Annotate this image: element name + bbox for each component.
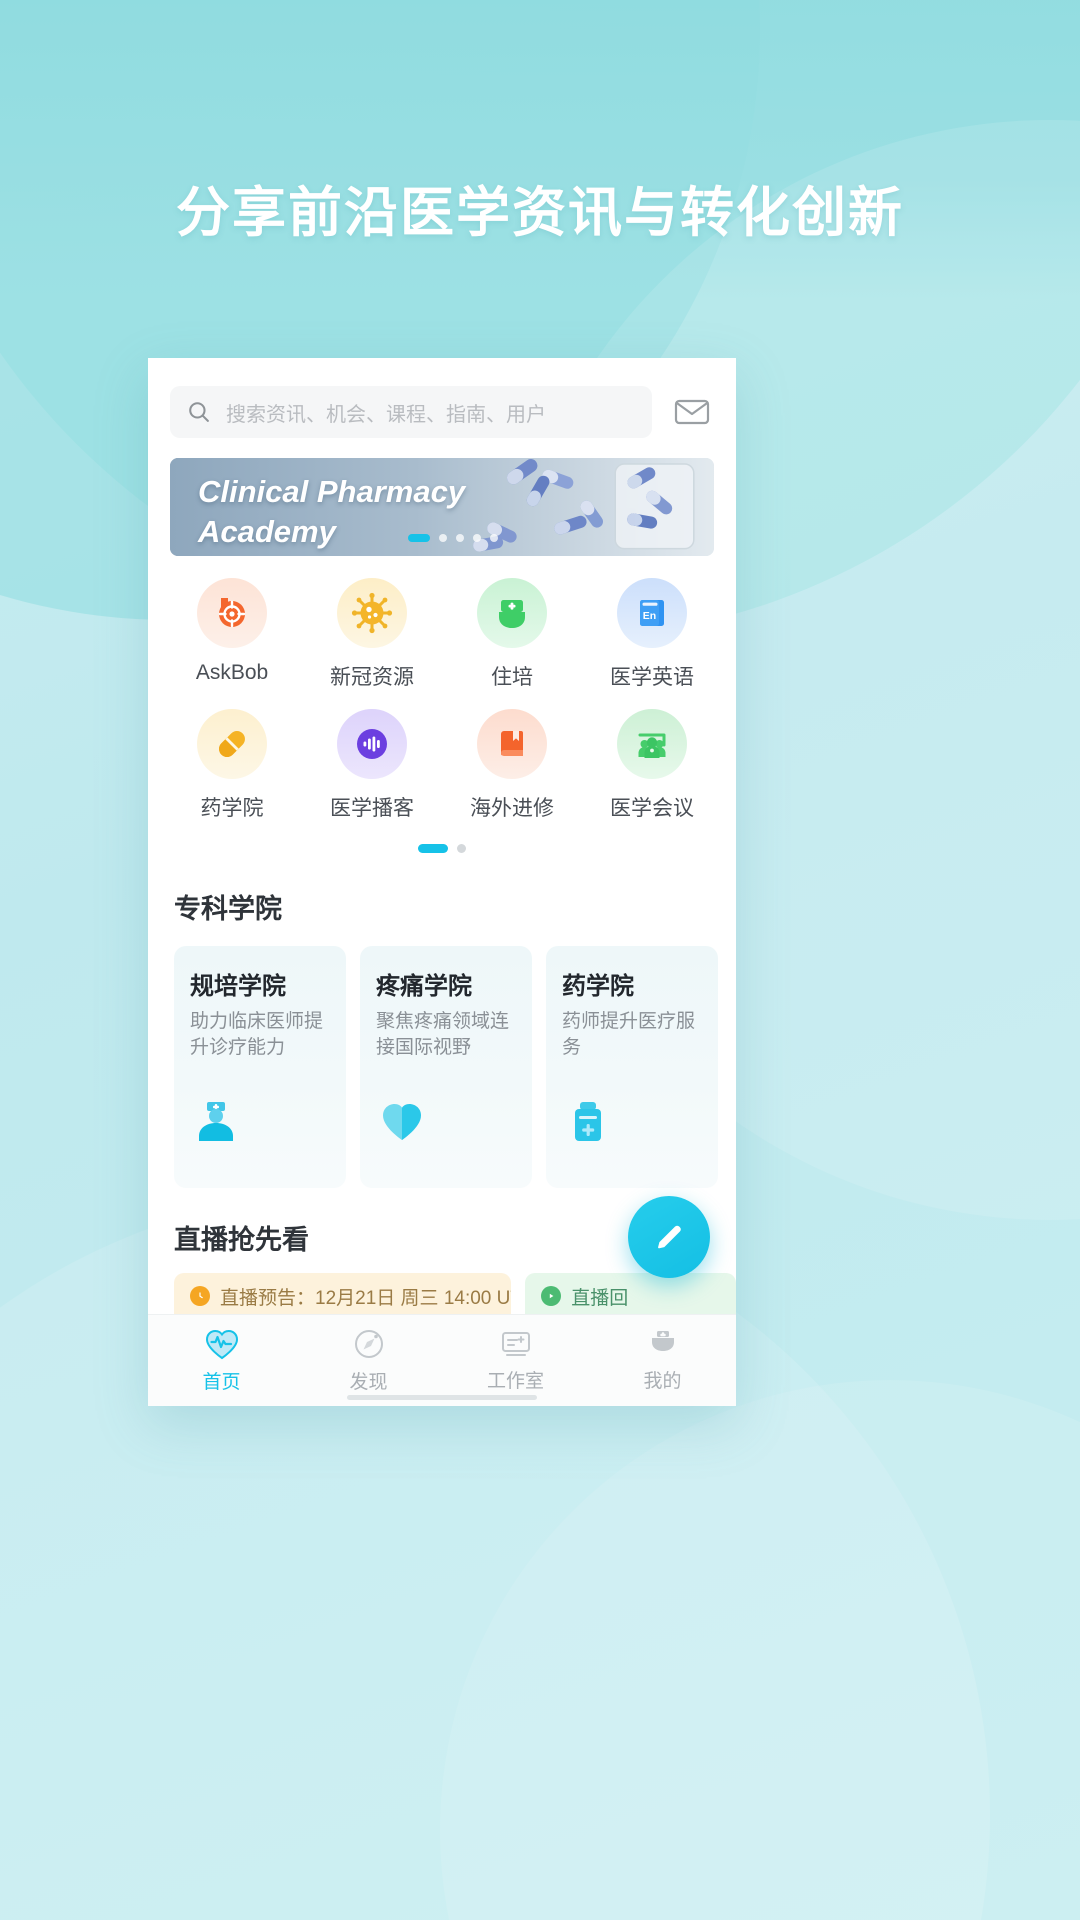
banner-pagination-dots[interactable] — [408, 534, 498, 542]
medicine-bottle-icon — [564, 1097, 612, 1150]
grid-item-residency[interactable]: 住培 — [442, 578, 582, 691]
clock-icon-glyph — [195, 1291, 205, 1301]
play-icon — [541, 1286, 562, 1306]
hero-banner[interactable]: Clinical Pharmacy Academy — [170, 458, 714, 556]
nav-item-home[interactable]: 首页 — [148, 1315, 295, 1406]
specialty-card-pharmacy[interactable]: 药学院 药师提升医疗服务 — [546, 946, 718, 1188]
specialty-card-pain[interactable]: 疼痛学院 聚焦疼痛领域连接国际视野 — [360, 946, 532, 1188]
home-indicator — [347, 1395, 537, 1400]
grid-item-label: 新冠资源 — [330, 666, 414, 689]
nav-item-profile[interactable]: 我的 — [589, 1315, 736, 1406]
grid-item-label: 药学院 — [200, 797, 264, 820]
banner-dot[interactable] — [456, 534, 464, 542]
nurse-cap-icon — [477, 578, 547, 648]
card-title: 疼痛学院 — [376, 973, 472, 1000]
phone-mockup: 搜索资讯、机会、课程、指南、用户 Clinical Pharmacy Acade… — [148, 358, 736, 1406]
podcast-icon-glyph — [357, 729, 387, 759]
target-icon-glyph — [218, 598, 246, 628]
nav-item-label: 我的 — [643, 1370, 682, 1392]
bookmark-book-icon — [477, 709, 547, 779]
grid-item-pharmacy-academy[interactable]: 药学院 — [162, 709, 302, 822]
grid-item-label: 海外进修 — [470, 797, 554, 820]
search-input[interactable]: 搜索资讯、机会、课程、指南、用户 — [170, 386, 652, 438]
grid-item-askbob[interactable]: AskBob — [162, 578, 302, 691]
search-icon — [189, 402, 209, 422]
pencil-icon — [658, 1225, 681, 1249]
nav-item-label: 首页 — [202, 1371, 241, 1393]
doctor-icon — [192, 1097, 240, 1150]
virus-icon-glyph — [351, 592, 393, 634]
live-chip-upcoming[interactable]: 直播预告：12月21日 周三 14:00 UTC+8 — [174, 1273, 512, 1319]
grid-item-medical-english[interactable]: En 医学英语 — [582, 578, 722, 691]
target-icon — [197, 578, 267, 648]
nav-item-workspace[interactable]: 工作室 — [442, 1315, 589, 1406]
grid-item-label: 医学播客 — [330, 797, 414, 820]
english-book-icon: En — [617, 578, 687, 648]
grid-item-label: 医学会议 — [610, 797, 694, 820]
search-row: 搜索资讯、机会、课程、指南、用户 — [148, 358, 736, 448]
card-title: 药学院 — [562, 973, 634, 1000]
heart-icon-glyph — [383, 1104, 421, 1140]
bookmark-book-icon-glyph — [501, 731, 523, 756]
specialty-card-list: 规培学院 助力临床医师提升诊疗能力 疼痛学院 聚焦疼痛领域连接国际视野 药学院 … — [148, 926, 736, 1188]
card-title: 规培学院 — [190, 973, 286, 1000]
virus-icon — [337, 578, 407, 648]
live-chip-label: 直播回 — [571, 1287, 629, 1309]
medicine-bottle-icon-glyph — [575, 1102, 601, 1141]
capsule-icon — [197, 709, 267, 779]
mail-button[interactable] — [670, 390, 714, 434]
clock-icon — [190, 1286, 210, 1306]
heart-icon — [378, 1097, 426, 1150]
envelope-icon — [674, 399, 710, 425]
nav-item-label: 工作室 — [486, 1370, 544, 1392]
card-description: 药师提升医疗服务 — [562, 1011, 696, 1059]
nav-item-label: 发现 — [349, 1371, 388, 1393]
profile-icon — [651, 1330, 674, 1351]
workspace-icon — [501, 1331, 530, 1356]
svg-text:En: En — [643, 610, 656, 622]
grid-item-medical-conference[interactable]: 医学会议 — [582, 709, 722, 822]
page-headline: 分享前沿医学资讯与转化创新 — [176, 183, 904, 243]
compose-fab-button[interactable] — [628, 1196, 710, 1278]
card-description: 聚焦疼痛领域连接国际视野 — [376, 1011, 510, 1059]
banner-dot[interactable] — [439, 534, 447, 542]
heartbeat-icon — [205, 1329, 238, 1359]
grid-item-label: AskBob — [195, 661, 269, 684]
conference-icon — [617, 709, 687, 779]
bottom-navigation: 首页 发现 工作室 我的 — [148, 1314, 736, 1406]
live-chip-replay[interactable]: 直播回 — [525, 1273, 736, 1319]
grid-dot-active[interactable] — [418, 844, 448, 853]
banner-dot-active[interactable] — [408, 534, 430, 542]
nurse-cap-icon-glyph — [499, 600, 525, 628]
podcast-icon — [337, 709, 407, 779]
nav-item-discover[interactable]: 发现 — [295, 1315, 442, 1406]
grid-dot[interactable] — [457, 844, 466, 853]
play-icon-glyph — [546, 1291, 557, 1301]
grid-item-overseas-study[interactable]: 海外进修 — [442, 709, 582, 822]
english-book-icon-glyph: En — [640, 600, 664, 626]
search-placeholder-text: 搜索资讯、机会、课程、指南、用户 — [226, 403, 546, 426]
grid-item-covid-resources[interactable]: 新冠资源 — [302, 578, 442, 691]
grid-item-label: 住培 — [491, 666, 533, 689]
conference-icon-glyph — [638, 733, 666, 758]
card-description: 助力临床医师提升诊疗能力 — [190, 1011, 324, 1059]
banner-dot[interactable] — [473, 534, 481, 542]
capsule-icon-glyph — [219, 731, 245, 757]
grid-pagination-dots[interactable] — [148, 844, 736, 853]
grid-item-medical-podcast[interactable]: 医学播客 — [302, 709, 442, 822]
specialty-card-residency[interactable]: 规培学院 助力临床医师提升诊疗能力 — [174, 946, 346, 1188]
doctor-icon-glyph — [199, 1102, 233, 1141]
specialty-section-title: 专科学院 — [174, 894, 282, 924]
grid-item-label: 医学英语 — [610, 666, 694, 689]
quick-entry-grid: AskBob 新冠资源 住培 En 医学英语 药学院 医学播客 海外进修 医学会… — [148, 556, 736, 822]
banner-dot[interactable] — [490, 534, 498, 542]
live-chip-label: 直播预告：12月21日 周三 14:00 UTC+8 — [220, 1287, 511, 1309]
compass-icon — [354, 1329, 383, 1358]
